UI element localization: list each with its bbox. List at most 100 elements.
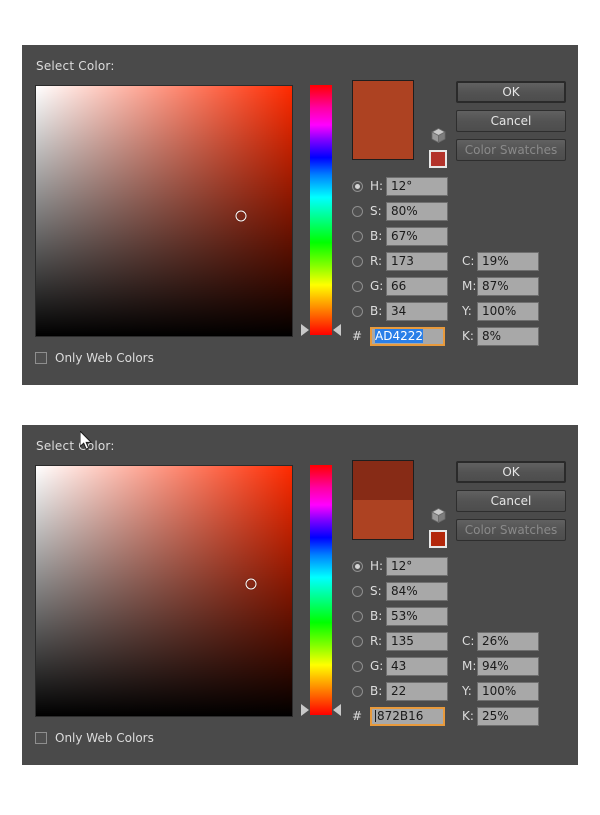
hex-value: AD4222 [375,328,423,343]
input-r[interactable] [386,631,448,651]
hue-strip[interactable] [310,465,332,715]
alternate-color-swatch[interactable] [429,150,447,168]
only-web-colors-row[interactable]: Only Web Colors [35,731,154,745]
field-row-h: H: [352,176,448,196]
field-row-k: K: [462,706,539,726]
hue-marker-left-icon[interactable] [301,704,309,716]
label-blue: B: [370,684,383,698]
color-preview-new [353,81,413,159]
input-blue[interactable] [386,681,448,701]
radio-h[interactable] [352,180,363,192]
field-row-g: G: [352,656,448,676]
color-swatches-button[interactable]: Color Swatches [456,519,566,541]
only-web-colors-label: Only Web Colors [55,351,154,365]
color-preview-new [353,461,413,500]
ok-button[interactable]: OK [456,81,566,103]
radio-s[interactable] [352,585,363,597]
hex-input[interactable]: AD4222 [370,326,445,346]
color-swatches-button[interactable]: Color Swatches [456,139,566,161]
hue-slider[interactable] [301,85,341,336]
label-c: C: [462,634,475,648]
input-y[interactable] [477,681,539,701]
input-s[interactable] [386,201,448,221]
label-b: B: [370,609,383,623]
field-row-s: S: [352,201,448,221]
field-row-s: S: [352,581,448,601]
field-row-hex: # 872B16 [352,706,445,726]
input-g[interactable] [386,656,448,676]
label-s: S: [370,204,382,218]
input-m[interactable] [477,276,539,296]
hex-label: # [352,329,363,343]
input-b[interactable] [386,606,448,626]
input-k[interactable] [477,326,539,346]
radio-s[interactable] [352,205,363,217]
input-c[interactable] [477,251,539,271]
input-c[interactable] [477,631,539,651]
label-b: B: [370,229,383,243]
input-m[interactable] [477,656,539,676]
saturation-brightness-field[interactable] [35,465,293,717]
input-b[interactable] [386,226,448,246]
alternate-color-swatch[interactable] [429,530,447,548]
input-s[interactable] [386,581,448,601]
dialog-title: Select Color: [36,439,115,453]
color-preview-previous [353,500,413,539]
text-caret [375,709,376,722]
hue-marker-right-icon[interactable] [333,324,341,336]
input-h[interactable] [386,556,448,576]
input-g[interactable] [386,276,448,296]
field-row-k: K: [462,326,539,346]
radio-b[interactable] [352,230,363,242]
color-picker-cursor[interactable] [235,210,247,221]
radio-g[interactable] [352,660,363,672]
input-y[interactable] [477,301,539,321]
brightness-gradient-layer [36,466,292,716]
only-web-colors-row[interactable]: Only Web Colors [35,351,154,365]
label-y: Y: [462,304,472,318]
radio-b[interactable] [352,610,363,622]
label-k: K: [462,329,474,343]
brightness-gradient-layer [36,86,292,336]
dialog-title: Select Color: [36,59,115,73]
radio-h[interactable] [352,560,363,572]
field-row-blue: B: [352,681,448,701]
only-web-colors-checkbox[interactable] [35,352,47,364]
radio-r[interactable] [352,255,363,267]
label-m: M: [462,659,477,673]
hex-input[interactable]: 872B16 [370,706,445,726]
hex-label: # [352,709,363,723]
input-h[interactable] [386,176,448,196]
cancel-button[interactable]: Cancel [456,110,566,132]
cube-icon[interactable] [430,507,447,524]
hue-marker-left-icon[interactable] [301,324,309,336]
label-k: K: [462,709,474,723]
field-row-y: Y: [462,301,539,321]
field-row-b: B: [352,226,448,246]
radio-r[interactable] [352,635,363,647]
hue-marker-right-icon[interactable] [333,704,341,716]
input-blue[interactable] [386,301,448,321]
saturation-brightness-field[interactable] [35,85,293,337]
only-web-colors-checkbox[interactable] [35,732,47,744]
field-row-c: C: [462,631,539,651]
field-row-m: M: [462,656,539,676]
hue-slider[interactable] [301,465,341,716]
radio-blue[interactable] [352,685,363,697]
cube-icon[interactable] [430,127,447,144]
field-row-y: Y: [462,681,539,701]
field-row-hex: # AD4222 [352,326,445,346]
input-r[interactable] [386,251,448,271]
field-row-g: G: [352,276,448,296]
field-row-b: B: [352,606,448,626]
only-web-colors-label: Only Web Colors [55,731,154,745]
ok-button[interactable]: OK [456,461,566,483]
color-picker-cursor[interactable] [245,578,257,589]
radio-blue[interactable] [352,305,363,317]
cancel-button[interactable]: Cancel [456,490,566,512]
field-row-r: R: [352,251,448,271]
radio-g[interactable] [352,280,363,292]
field-row-r: R: [352,631,448,651]
input-k[interactable] [477,706,539,726]
hue-strip[interactable] [310,85,332,335]
